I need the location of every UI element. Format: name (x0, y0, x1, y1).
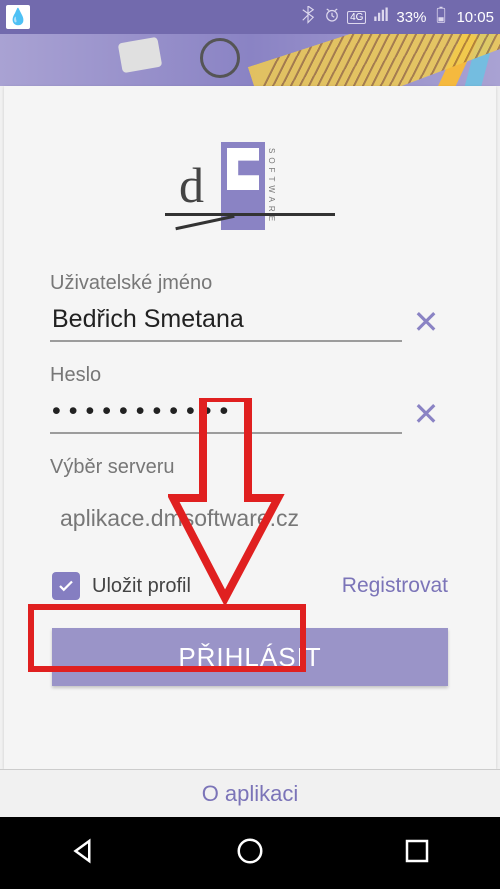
status-bar: 💧 4G 33% 10:05 (0, 0, 500, 34)
login-form: Uživatelské jméno ✕ Heslo ✕ Výběr server… (4, 272, 496, 686)
password-field-group: Heslo ✕ (50, 364, 450, 434)
logo: d SOFTWARE (4, 86, 496, 272)
save-profile-checkbox[interactable] (52, 572, 80, 600)
triangle-back-icon (68, 836, 98, 866)
android-nav-bar (0, 817, 500, 889)
app-notification-icon: 💧 (6, 5, 30, 29)
password-label: Heslo (50, 364, 450, 387)
save-profile-option[interactable]: Uložit profil (52, 572, 191, 600)
logo-letter: d (179, 156, 204, 214)
home-button[interactable] (235, 836, 265, 871)
username-input[interactable] (50, 301, 402, 342)
check-icon (57, 577, 75, 595)
signal-icon (372, 6, 390, 28)
login-button[interactable]: PŘIHLÁSIT (52, 628, 448, 686)
status-bar-left: 💧 (6, 5, 30, 29)
close-icon: ✕ (413, 304, 440, 340)
save-profile-label: Uložit profil (92, 575, 191, 598)
status-bar-right: 4G 33% 10:05 (299, 6, 494, 28)
server-label: Výběr serveru (50, 456, 450, 479)
recents-button[interactable] (402, 836, 432, 871)
clear-username-button[interactable]: ✕ (402, 306, 450, 338)
username-field-group: Uživatelské jméno ✕ (50, 272, 450, 342)
clock-time: 10:05 (456, 9, 494, 26)
square-recents-icon (402, 836, 432, 866)
login-card: d SOFTWARE Uživatelské jméno ✕ Heslo ✕ (4, 86, 496, 769)
banner-image (0, 34, 500, 86)
clear-password-button[interactable]: ✕ (402, 398, 450, 430)
username-label: Uživatelské jméno (50, 272, 450, 295)
close-icon: ✕ (413, 396, 440, 432)
network-type-badge: 4G (347, 11, 366, 24)
password-input[interactable] (50, 393, 402, 434)
circle-home-icon (235, 836, 265, 866)
alarm-icon (323, 6, 341, 28)
bluetooth-icon (299, 6, 317, 28)
battery-icon (432, 6, 450, 28)
register-link[interactable]: Registrovat (342, 574, 448, 598)
about-link[interactable]: O aplikaci (0, 769, 500, 817)
server-select[interactable]: aplikace.dmsoftware.cz (60, 505, 450, 532)
back-button[interactable] (68, 836, 98, 871)
battery-percent: 33% (396, 9, 426, 26)
